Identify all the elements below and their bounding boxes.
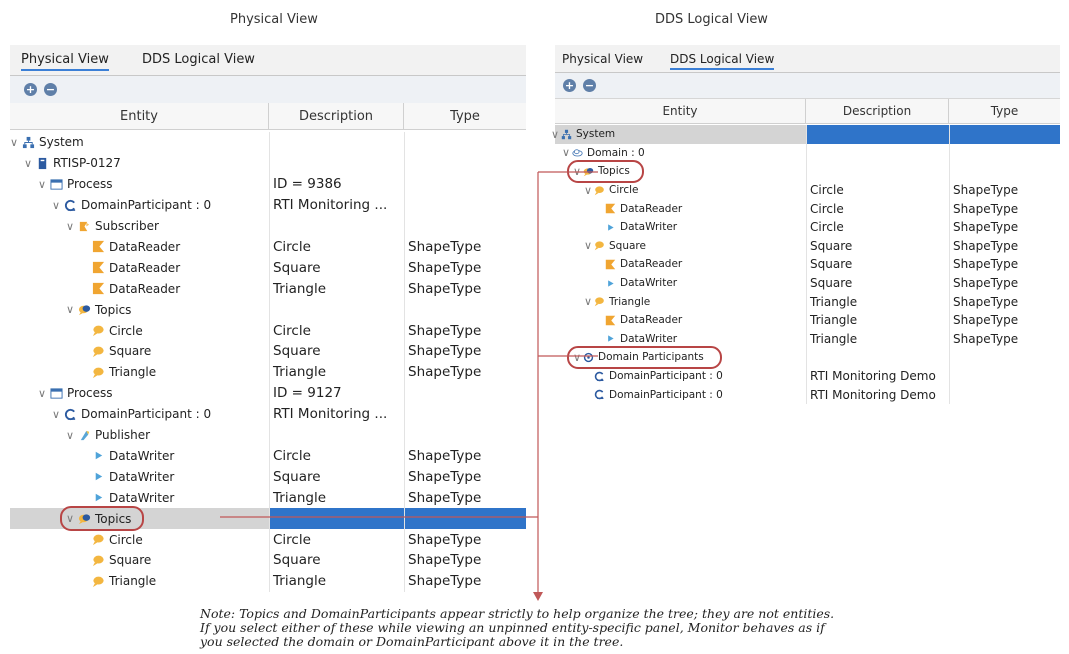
note-line: Note: Topics and DomainParticipants appe… [200,606,835,621]
note-line: you selected the domain or DomainPartici… [200,634,624,649]
explanatory-note: Note: Topics and DomainParticipants appe… [200,607,1040,649]
connector-lines [220,171,598,601]
arrowhead-down-icon [533,592,543,601]
note-line: If you select either of these while view… [200,620,825,635]
